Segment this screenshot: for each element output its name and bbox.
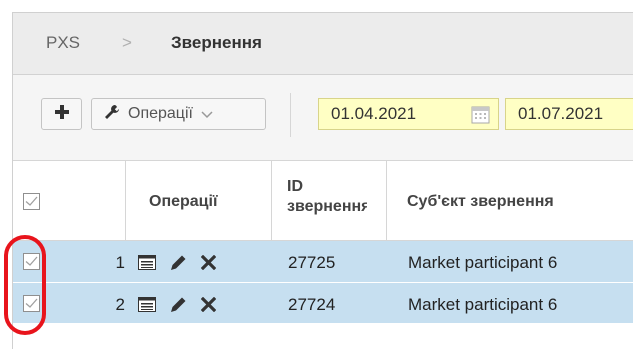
breadcrumb-root-link[interactable]: PXS (46, 33, 80, 53)
close-icon[interactable] (201, 255, 216, 270)
table-header: Операції ID звернення Суб'єкт звернення (13, 161, 633, 241)
list-icon[interactable] (138, 297, 156, 312)
page-frame: PXS > Звернення Операції 01.04.2021 01.0… (12, 12, 633, 349)
column-header-id-line2: звернення (287, 198, 367, 215)
column-divider (125, 161, 126, 241)
date-from-value: 01.04.2021 (331, 104, 417, 123)
select-all-checkbox[interactable] (23, 193, 40, 210)
row-subject: Market participant 6 (408, 253, 558, 272)
wrench-icon (104, 104, 120, 125)
list-icon[interactable] (138, 255, 156, 270)
row-subject: Market participant 6 (408, 295, 558, 314)
toolbar-divider (290, 93, 291, 137)
table-row[interactable]: 1 27725 Market participant 6 (13, 241, 633, 283)
plus-icon (54, 104, 69, 124)
row-operations (138, 254, 230, 271)
chevron-down-icon (201, 107, 213, 122)
row-operations (138, 296, 230, 313)
close-icon[interactable] (201, 297, 216, 312)
date-to-field[interactable]: 01.07.2021 (505, 98, 633, 130)
date-from-field[interactable]: 01.04.2021 (318, 98, 499, 130)
column-divider (271, 161, 272, 241)
operations-dropdown-button[interactable]: Операції (91, 98, 266, 130)
annotation-highlight-circle (4, 235, 46, 335)
pencil-icon[interactable] (170, 296, 187, 313)
toolbar: Операції 01.04.2021 01.07.2021 (13, 75, 633, 161)
calendar-icon[interactable] (471, 105, 490, 129)
column-header-id[interactable]: ID звернення (287, 177, 367, 217)
breadcrumb-separator: > (122, 33, 132, 52)
breadcrumb: PXS > Звернення (13, 13, 633, 75)
date-to-value: 01.07.2021 (518, 104, 604, 123)
row-id: 27724 (288, 295, 336, 314)
table-row[interactable]: 2 27724 Market participant 6 (13, 283, 633, 324)
column-header-subject[interactable]: Суб'єкт звернення (407, 193, 554, 211)
add-button[interactable] (41, 98, 82, 130)
column-header-operations[interactable]: Операції (149, 193, 217, 211)
row-id: 27725 (288, 253, 336, 272)
operations-label: Операції (128, 105, 193, 122)
breadcrumb-current: Звернення (171, 33, 262, 52)
column-header-id-line1: ID (287, 178, 303, 195)
column-divider (386, 161, 387, 241)
row-number: 2 (115, 295, 125, 314)
row-number: 1 (115, 253, 125, 272)
pencil-icon[interactable] (170, 254, 187, 271)
